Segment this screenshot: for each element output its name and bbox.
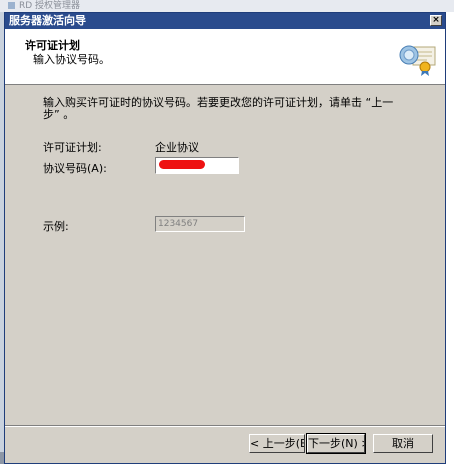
redacted-agreement-number — [159, 160, 205, 169]
app-icon — [8, 2, 15, 9]
background-app-title: RD 授权管理器 — [19, 1, 81, 11]
wizard-header: 许可证计划 输入协议号码。 — [5, 29, 445, 85]
close-button[interactable]: × — [430, 15, 442, 26]
license-plan-value: 企业协议 — [155, 141, 199, 154]
close-icon: × — [432, 15, 440, 25]
background-right-margin — [447, 12, 454, 464]
activation-wizard-dialog: 服务器激活向导 × 许可证计划 输入协议号码。 输入购买许可证时的协议号码。若要… — [4, 12, 446, 464]
agreement-number-label: 协议号码(A): — [43, 162, 107, 175]
example-label: 示例: — [43, 220, 69, 233]
instruction-text: 输入购买许可证时的协议号码。若要更改您的许可证计划，请单击 “上一步” 。 — [43, 96, 394, 121]
license-plan-label: 许可证计划: — [43, 141, 102, 154]
wizard-content: 输入购买许可证时的协议号码。若要更改您的许可证计划，请单击 “上一步” 。 许可… — [5, 85, 445, 425]
button-separator — [5, 425, 445, 427]
next-button[interactable]: 下一步(N) > — [306, 433, 366, 454]
dialog-title: 服务器激活向导 — [9, 14, 86, 27]
back-button[interactable]: < 上一步(B) — [249, 434, 305, 453]
certificate-wizard-icon — [399, 45, 436, 76]
header-subtitle: 输入协议号码。 — [33, 53, 110, 66]
dialog-titlebar: 服务器激活向导 × — [5, 13, 445, 29]
background-app-titlebar: RD 授权管理器 — [0, 0, 454, 12]
cancel-button[interactable]: 取消 — [373, 434, 433, 453]
example-field — [155, 216, 245, 232]
